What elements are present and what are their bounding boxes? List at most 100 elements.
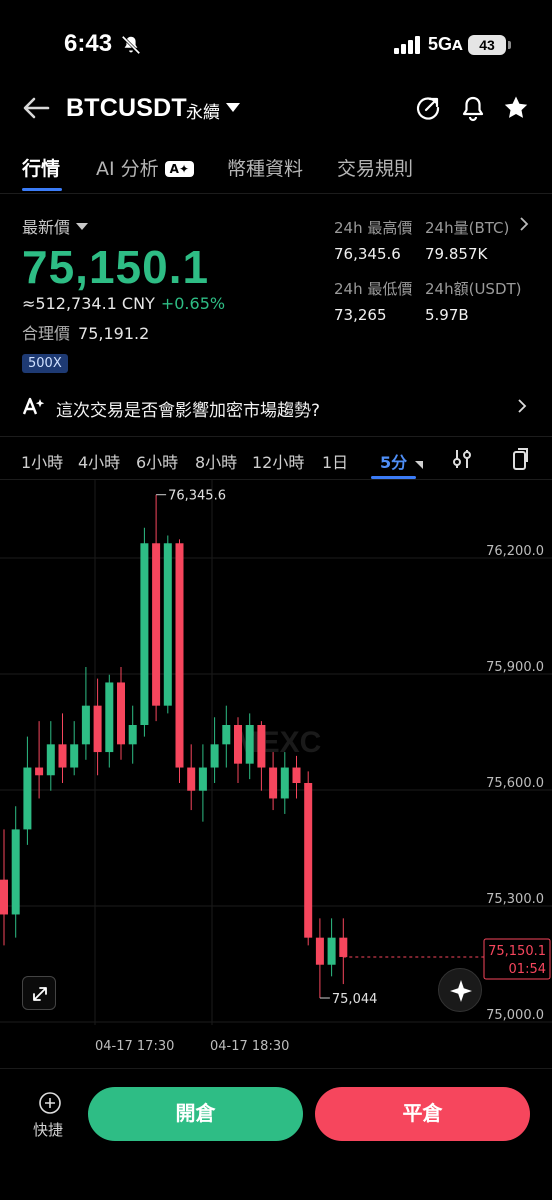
network-type: 5Gᴀ: [428, 34, 463, 54]
tab-trading-rules[interactable]: 交易規則: [337, 154, 413, 181]
candle-body: [198, 767, 207, 791]
interval-5m[interactable]: 5分: [380, 449, 407, 473]
leverage-badge: 500X: [22, 354, 68, 373]
cny-line: ≈512,734.1 CNY +0.65%: [22, 294, 225, 313]
candle-body: [0, 879, 8, 915]
y-tick-label: 75,300.0: [486, 892, 544, 907]
y-tick-label: 75,600.0: [486, 776, 544, 791]
symbol-title[interactable]: BTCUSDT: [66, 94, 187, 123]
last-price-selector[interactable]: 最新價: [22, 214, 89, 238]
volume-value: 79.857K: [425, 245, 488, 263]
last-price: 75,150.1: [22, 241, 210, 293]
interval-active-indicator: [371, 476, 416, 479]
turnover-value: 5.97B: [425, 306, 469, 324]
bell-off-icon: [121, 35, 141, 55]
bottom-bar: 快捷 開倉 平倉: [0, 1068, 552, 1200]
candle-body: [175, 543, 184, 768]
candle-body: [222, 725, 231, 745]
plus-circle-icon[interactable]: [38, 1091, 62, 1115]
tab-active-indicator: [22, 188, 62, 191]
y-tick-label: 76,200.0: [486, 544, 544, 559]
candle-body: [304, 783, 313, 938]
high-marker-label: 76,345.6: [168, 489, 226, 504]
last-price-label: 最新價: [22, 218, 71, 237]
interval-12h[interactable]: 12小時: [252, 449, 304, 473]
fair-price-line: 合理價 75,191.2: [22, 320, 149, 344]
quick-label[interactable]: 快捷: [33, 1119, 63, 1140]
ai-badge: A✦: [164, 161, 194, 177]
current-price-label: 75,150.1: [488, 944, 546, 959]
chevron-right-icon[interactable]: [516, 216, 532, 232]
candle-body: [210, 744, 219, 768]
candle-body: [163, 543, 172, 706]
candle-body: [58, 744, 67, 768]
low-marker-label: 75,044: [332, 992, 378, 1007]
candle-body: [152, 543, 161, 706]
interval-6h[interactable]: 6小時: [136, 449, 178, 473]
high-label: 24h 最高價: [334, 219, 413, 237]
candle-body: [93, 705, 102, 753]
expand-icon: [33, 987, 47, 1001]
candle-body: [292, 767, 301, 783]
candle-body: [339, 937, 348, 957]
x-tick-label: 04-17 18:30: [210, 1039, 289, 1054]
candle-body: [11, 829, 20, 915]
candle-body: [315, 937, 324, 965]
candle-body: [187, 767, 196, 791]
tab-ai-analysis-label: AI 分析: [96, 158, 159, 180]
price-change: +0.65%: [160, 294, 226, 313]
candle-body: [117, 682, 125, 745]
ai-sparkle-button[interactable]: [438, 968, 482, 1012]
candle-body: [23, 767, 32, 830]
indicator-settings-icon[interactable]: [450, 447, 474, 471]
fullscreen-rotate-icon[interactable]: [508, 447, 532, 471]
candlestick-chart[interactable]: MEXC 76,345.6 75,044 76,200.0 75,900.0 75,600…: [0, 480, 552, 1060]
sparkle-icon: [450, 980, 472, 1002]
fair-price-value: 75,191.2: [78, 324, 150, 343]
candle-body: [280, 767, 289, 799]
interval-8h[interactable]: 8小時: [195, 449, 237, 473]
interval-4h[interactable]: 4小時: [78, 449, 120, 473]
interval-1d[interactable]: 1日: [322, 449, 348, 473]
back-arrow-icon[interactable]: [20, 92, 52, 124]
candle-body: [35, 767, 44, 776]
tab-coin-info[interactable]: 幣種資料: [227, 154, 303, 181]
share-icon[interactable]: [414, 94, 442, 122]
open-position-button[interactable]: 開倉: [88, 1087, 303, 1141]
ai-question-row[interactable]: 這次交易是否會影響加密市場趨勢?: [0, 384, 552, 428]
tab-market[interactable]: 行情: [22, 154, 60, 181]
chevron-right-icon: [518, 399, 527, 413]
interval-bar: 1小時 4小時 6小時 8小時 12小時 1日 5分: [0, 436, 552, 480]
low-label: 24h 最低價: [334, 280, 413, 298]
interval-1h[interactable]: 1小時: [21, 449, 63, 473]
turnover-label: 24h額(USDT): [425, 280, 522, 298]
candle-body: [105, 682, 114, 753]
candle-body: [257, 725, 266, 768]
low-value: 73,265: [334, 306, 387, 324]
candle-body: [245, 725, 254, 764]
ai-logo-icon: [22, 397, 45, 415]
star-icon[interactable]: [502, 94, 530, 122]
symbol-dropdown-icon[interactable]: [226, 103, 240, 112]
candle-body: [81, 705, 90, 745]
close-position-button[interactable]: 平倉: [315, 1087, 530, 1141]
cny-value: ≈512,734.1 CNY: [22, 294, 155, 313]
contract-type[interactable]: 永續: [186, 98, 220, 123]
tab-ai-analysis[interactable]: AI 分析 A✦: [96, 154, 194, 181]
candle-body: [128, 725, 137, 745]
bell-icon[interactable]: [459, 94, 487, 122]
candle-body: [234, 725, 242, 764]
y-tick-label: 75,900.0: [486, 660, 544, 675]
y-tick-label: 75,000.0: [486, 1008, 544, 1023]
countdown-label: 01:54: [509, 962, 546, 977]
candle-body: [327, 937, 336, 965]
candle-body: [140, 543, 149, 725]
cell-signal-icon: [394, 36, 420, 54]
expand-chart-button[interactable]: [22, 976, 56, 1010]
fair-price-label: 合理價: [22, 324, 71, 343]
main-tabs: 行情 AI 分析 A✦ 幣種資料 交易規則: [0, 146, 552, 194]
candle-body: [46, 744, 55, 776]
battery-icon: 43: [468, 35, 511, 55]
interval-more-icon[interactable]: [415, 461, 423, 469]
caret-down-icon: [76, 223, 89, 230]
